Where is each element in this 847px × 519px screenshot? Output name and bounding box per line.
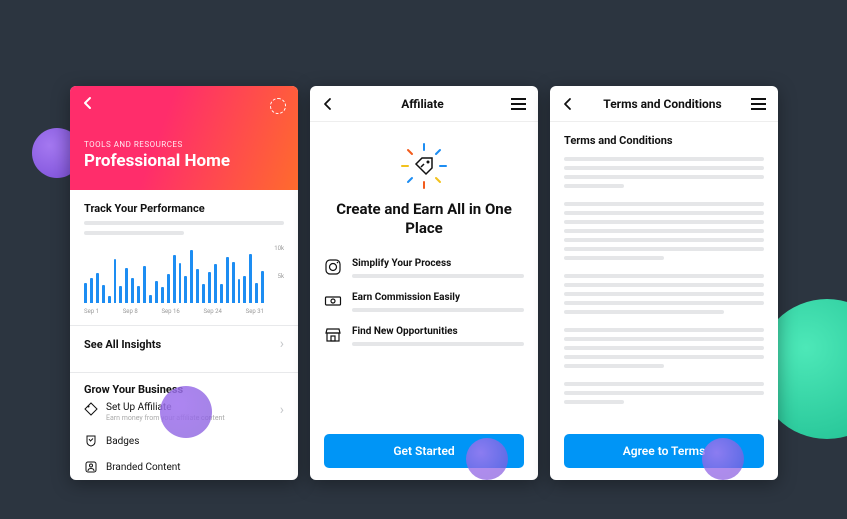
topbar-title: Affiliate bbox=[401, 97, 444, 111]
section-title-performance: Track Your Performance bbox=[84, 202, 284, 215]
chart-bar bbox=[214, 264, 217, 303]
skeleton-line bbox=[352, 342, 524, 346]
chart-bar bbox=[114, 259, 117, 303]
tag-icon bbox=[84, 402, 98, 416]
feature-label: Earn Commission Easily bbox=[352, 292, 524, 303]
chart-bar bbox=[108, 296, 111, 303]
chart-bar bbox=[255, 283, 258, 303]
chart-bar bbox=[143, 266, 146, 303]
see-all-insights-row[interactable]: See All Insights › bbox=[84, 326, 284, 362]
terms-paragraph bbox=[564, 382, 764, 404]
terms-heading: Terms and Conditions bbox=[564, 134, 764, 147]
chart-bar bbox=[102, 285, 105, 303]
list-item-label: Branded Content bbox=[106, 462, 181, 473]
storefront-icon bbox=[324, 326, 342, 344]
feature-label: Simplify Your Process bbox=[352, 258, 524, 269]
header: TOOLS AND RESOURCES Professional Home bbox=[70, 86, 298, 190]
chart-bar bbox=[161, 287, 164, 303]
decorative-sphere bbox=[702, 438, 744, 480]
skeleton-line bbox=[352, 308, 524, 312]
list-item-branded-content[interactable]: Branded Content bbox=[84, 454, 284, 480]
chart-bar bbox=[208, 272, 211, 303]
money-icon bbox=[324, 292, 342, 310]
header-eyebrow: TOOLS AND RESOURCES bbox=[84, 140, 284, 149]
decorative-sphere bbox=[160, 386, 212, 438]
x-tick: Sep 24 bbox=[204, 308, 222, 315]
x-tick: Sep 31 bbox=[246, 308, 264, 315]
chart-bar bbox=[238, 279, 241, 303]
chart-bar bbox=[179, 263, 182, 303]
x-tick: Sep 8 bbox=[123, 308, 138, 315]
feature-row: Find New Opportunities bbox=[324, 326, 524, 346]
performance-bar-chart: 10k 5k Sep 1 Sep 8 Sep 16 Sep 24 Sep 31 bbox=[84, 245, 284, 315]
x-tick: Sep 1 bbox=[84, 308, 99, 315]
chart-bar bbox=[125, 268, 128, 303]
chart-bar bbox=[196, 269, 199, 303]
topbar: Terms and Conditions bbox=[550, 86, 778, 122]
chevron-right-icon: › bbox=[280, 402, 284, 418]
terms-paragraph bbox=[564, 328, 764, 368]
topbar: Affiliate bbox=[310, 86, 538, 122]
divider bbox=[70, 372, 298, 373]
chart-bar bbox=[202, 284, 205, 303]
decorative-sphere bbox=[466, 438, 508, 480]
person-icon bbox=[84, 460, 98, 474]
back-icon[interactable] bbox=[82, 96, 94, 110]
chart-bar bbox=[249, 254, 252, 303]
chart-bar bbox=[84, 283, 87, 303]
screen-affiliate: Affiliate bbox=[310, 86, 538, 480]
back-icon[interactable] bbox=[562, 97, 574, 111]
terms-paragraph bbox=[564, 157, 764, 188]
settings-icon[interactable] bbox=[270, 98, 286, 114]
tag-sparkle-illustration bbox=[400, 142, 448, 190]
topbar-title: Terms and Conditions bbox=[603, 97, 721, 111]
chart-bar bbox=[96, 273, 99, 303]
feature-label: Find New Opportunities bbox=[352, 326, 524, 337]
skeleton-line bbox=[84, 231, 184, 235]
chart-bar bbox=[149, 295, 152, 303]
chart-bar bbox=[184, 276, 187, 303]
chart-bar bbox=[232, 262, 235, 303]
y-tick: 10k bbox=[274, 245, 284, 252]
skeleton-line bbox=[352, 274, 524, 278]
y-tick: 5k bbox=[278, 273, 284, 280]
x-tick: Sep 16 bbox=[161, 308, 179, 315]
chart-bar bbox=[155, 281, 158, 303]
affiliate-headline: Create and Earn All in One Place bbox=[324, 200, 524, 238]
chart-bar bbox=[243, 276, 246, 303]
badge-icon bbox=[84, 434, 98, 448]
hamburger-icon[interactable] bbox=[511, 98, 526, 110]
list-item-label: Badges bbox=[106, 436, 139, 447]
row-label: See All Insights bbox=[84, 338, 161, 351]
chart-bar bbox=[226, 257, 229, 303]
skeleton-line bbox=[84, 221, 284, 225]
chart-bar bbox=[220, 284, 223, 303]
chart-bar bbox=[167, 274, 170, 303]
chart-bar bbox=[261, 271, 264, 303]
screen-terms: Terms and Conditions Terms and Condition… bbox=[550, 86, 778, 480]
feature-row: Earn Commission Easily bbox=[324, 292, 524, 312]
hamburger-icon[interactable] bbox=[751, 98, 766, 110]
chart-bar bbox=[131, 278, 134, 303]
feature-row: Simplify Your Process bbox=[324, 258, 524, 278]
terms-paragraph bbox=[564, 274, 764, 314]
chevron-right-icon: › bbox=[280, 336, 284, 352]
chart-bar bbox=[90, 278, 93, 303]
camera-icon bbox=[324, 258, 342, 276]
chart-bar bbox=[173, 255, 176, 303]
chart-bar bbox=[119, 286, 122, 303]
terms-paragraph bbox=[564, 202, 764, 260]
back-icon[interactable] bbox=[322, 97, 334, 111]
chart-bar bbox=[190, 250, 193, 303]
page-title: Professional Home bbox=[84, 151, 284, 171]
chart-bar bbox=[137, 286, 140, 303]
